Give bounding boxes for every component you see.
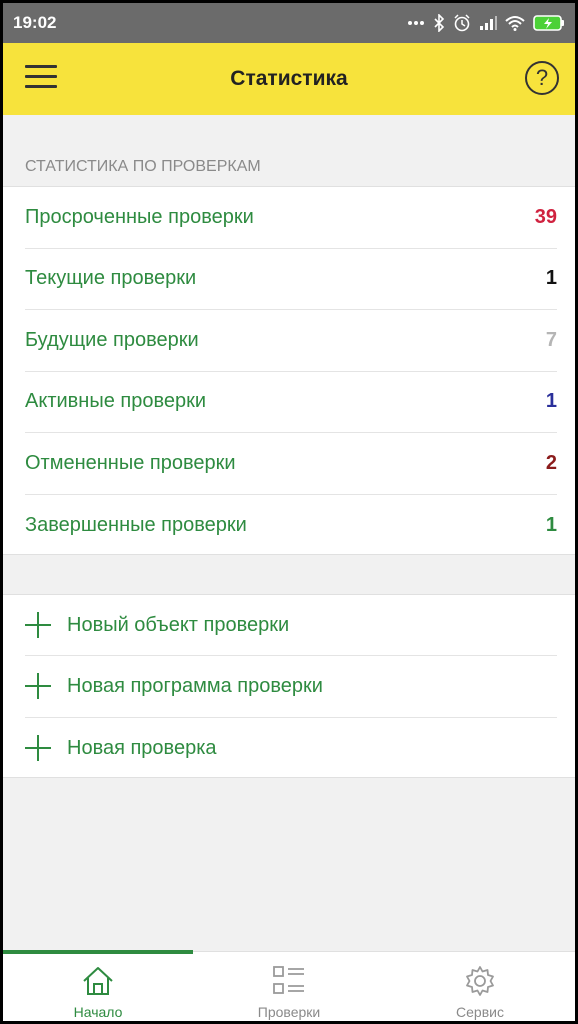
tab-home[interactable]: Начало — [3, 952, 193, 1021]
stat-row-completed[interactable]: Завершенные проверки 1 — [25, 495, 557, 557]
stat-row-active[interactable]: Активные проверки 1 — [25, 372, 557, 433]
stat-label: Текущие проверки — [25, 267, 197, 290]
tab-service[interactable]: Сервис — [385, 952, 575, 1021]
stat-count: 1 — [545, 267, 557, 290]
new-inspection-object-button[interactable]: Новый объект проверки — [25, 595, 557, 657]
app-screen: 19:02 Статистика ? СТАТИСТИКА ПО ПРОВЕРК… — [3, 3, 575, 1021]
tab-inspections[interactable]: Проверки — [194, 952, 384, 1021]
new-inspection-button[interactable]: Новая проверка — [25, 718, 557, 779]
action-label: Новый объект проверки — [67, 613, 290, 636]
stat-count: 2 — [545, 451, 557, 474]
stat-count: 7 — [545, 328, 557, 351]
actions-list: Новый объект проверки Новая программа пр… — [3, 594, 575, 778]
stat-row-overdue[interactable]: Просроченные проверки 39 — [25, 187, 557, 249]
page-title: Статистика — [230, 67, 348, 90]
app-bar: Статистика ? — [3, 43, 575, 115]
battery-charging-icon — [533, 14, 565, 32]
action-label: Новая программа проверки — [67, 674, 323, 697]
tab-label: Проверки — [257, 1004, 321, 1020]
help-icon: ? — [535, 65, 549, 90]
stat-label: Отмененные проверки — [25, 451, 236, 474]
stat-row-future[interactable]: Будущие проверки 7 — [25, 310, 557, 372]
status-icons — [407, 11, 565, 35]
action-label: Новая проверка — [67, 736, 217, 759]
signal-icon — [479, 15, 497, 31]
new-inspection-program-button[interactable]: Новая программа проверки — [25, 656, 557, 718]
stat-label: Активные проверки — [25, 390, 207, 413]
plus-icon — [25, 735, 51, 762]
stat-label: Будущие проверки — [25, 328, 199, 351]
gear-icon — [463, 964, 497, 1003]
tab-label: Сервис — [456, 1004, 504, 1020]
help-button[interactable]: ? — [525, 61, 559, 95]
stat-count: 1 — [545, 390, 557, 413]
bottom-nav: Начало Проверки Сервис — [3, 950, 575, 1021]
stat-count: 39 — [534, 205, 557, 228]
status-time: 19:02 — [13, 13, 57, 32]
stat-row-current[interactable]: Текущие проверки 1 — [25, 249, 557, 310]
stat-label: Просроченные проверки — [25, 205, 254, 228]
stats-list: Просроченные проверки 39 Текущие проверк… — [3, 186, 575, 555]
plus-icon — [25, 673, 51, 700]
stat-count: 1 — [545, 513, 557, 536]
stat-row-cancelled[interactable]: Отмененные проверки 2 — [25, 433, 557, 495]
home-icon — [81, 964, 115, 1003]
bluetooth-icon — [433, 14, 445, 32]
more-dots-icon — [407, 20, 425, 26]
alarm-icon — [453, 14, 471, 32]
stats-section-title: СТАТИСТИКА ПО ПРОВЕРКАМ — [25, 158, 261, 175]
plus-icon — [25, 612, 51, 639]
list-icon — [272, 964, 306, 1003]
stat-label: Завершенные проверки — [25, 513, 247, 536]
tab-label: Начало — [73, 1004, 123, 1020]
status-bar: 19:02 — [3, 3, 575, 43]
wifi-icon — [505, 15, 525, 31]
